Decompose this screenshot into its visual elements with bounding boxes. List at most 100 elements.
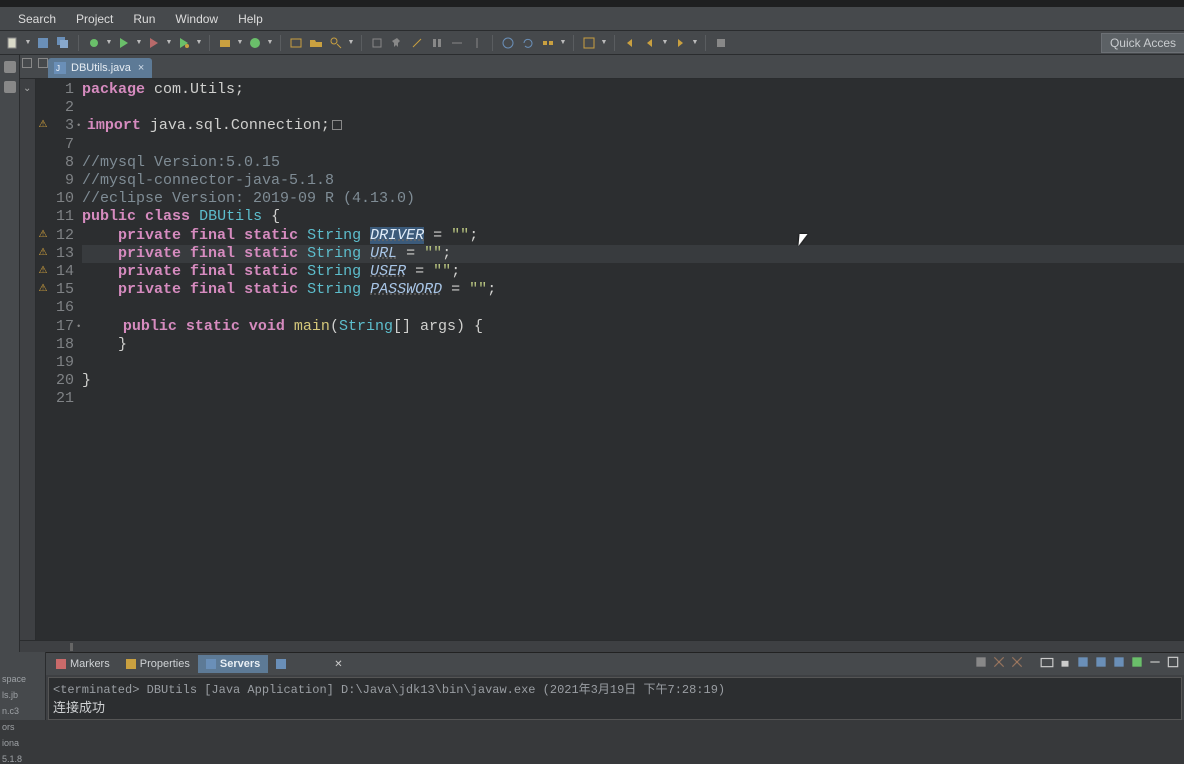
pin-editor-icon[interactable]	[712, 34, 730, 52]
line-content: }	[82, 336, 1184, 354]
tab-dbutils[interactable]: J DBUtils.java ×	[48, 58, 152, 78]
step-into-icon[interactable]	[468, 34, 486, 52]
close-icon[interactable]: ×	[138, 62, 144, 74]
restore-icon[interactable]	[4, 61, 16, 73]
terminate-icon[interactable]	[974, 655, 988, 669]
line-content: private final static String URL = "";	[82, 245, 1184, 263]
clear-console-icon[interactable]	[1040, 655, 1054, 669]
display-selected-icon[interactable]	[1094, 655, 1108, 669]
line-content: }	[82, 372, 1184, 390]
code-line[interactable]: ⚠12 private final static String DRIVER =…	[36, 227, 1184, 245]
menu-help[interactable]: Help	[228, 9, 273, 29]
code-line[interactable]: 11public class DBUtils {	[36, 208, 1184, 226]
code-line[interactable]: ⚠14 private final static String USER = "…	[36, 263, 1184, 281]
dropdown-icon[interactable]: ▼	[135, 34, 143, 52]
trim-item: 5.1.8	[2, 754, 43, 764]
code-line[interactable]: 17• public static void main(String[] arg…	[36, 318, 1184, 336]
line-content: private final static String DRIVER = "";	[82, 227, 1184, 245]
wand-icon[interactable]	[408, 34, 426, 52]
code-line[interactable]: ⚠3• import java.sql.Connection;	[36, 117, 1184, 135]
console-output[interactable]: <terminated> DBUtils [Java Application] …	[48, 677, 1182, 720]
open-console-icon[interactable]	[1112, 655, 1126, 669]
chevron-down-icon[interactable]: ⌄	[23, 83, 31, 94]
tab-servers[interactable]: Servers	[198, 655, 268, 673]
maximize-icon[interactable]	[38, 58, 48, 68]
console-view-icon[interactable]	[268, 656, 294, 672]
dropdown-icon[interactable]: ▼	[105, 34, 113, 52]
close-icon[interactable]: ✕	[334, 659, 342, 670]
code-line[interactable]: 7	[36, 136, 1184, 154]
fold-indicator-icon[interactable]	[332, 120, 342, 130]
toggle-icon[interactable]	[368, 34, 386, 52]
code-editor[interactable]: 1package com.Utils;2⚠3• import java.sql.…	[36, 79, 1184, 640]
code-line[interactable]: 1package com.Utils;	[36, 81, 1184, 99]
trim-item: ls.jb	[2, 690, 43, 700]
code-line[interactable]: 19	[36, 354, 1184, 372]
new-package-icon[interactable]	[216, 34, 234, 52]
maximize-panel-icon[interactable]	[1166, 655, 1180, 669]
dropdown-icon[interactable]: ▼	[661, 34, 669, 52]
open-type-icon[interactable]	[287, 34, 305, 52]
dropdown-icon[interactable]: ▼	[600, 34, 608, 52]
tab-markers[interactable]: Markers	[48, 655, 118, 673]
restore-icon[interactable]	[4, 81, 16, 93]
browser-icon[interactable]	[499, 34, 517, 52]
menu-window[interactable]: Window	[165, 9, 228, 29]
horizontal-scrollbar[interactable]	[20, 640, 1184, 652]
tab-properties[interactable]: Properties	[118, 655, 198, 673]
dropdown-icon[interactable]: ▼	[347, 34, 355, 52]
menu-run[interactable]: Run	[123, 9, 165, 29]
dropdown-icon[interactable]: ▼	[24, 34, 32, 52]
code-line[interactable]: 10//eclipse Version: 2019-09 R (4.13.0)	[36, 190, 1184, 208]
code-line[interactable]: 8//mysql Version:5.0.15	[36, 154, 1184, 172]
minimize-icon[interactable]	[22, 58, 32, 68]
code-line[interactable]: 9//mysql-connector-java-5.1.8	[36, 172, 1184, 190]
save-icon[interactable]	[34, 34, 52, 52]
debug-icon[interactable]	[85, 34, 103, 52]
remove-all-icon[interactable]	[1010, 655, 1024, 669]
new-class-icon[interactable]	[246, 34, 264, 52]
forward-icon[interactable]	[671, 34, 689, 52]
dropdown-icon[interactable]: ▼	[165, 34, 173, 52]
run-last-icon[interactable]	[175, 34, 193, 52]
step-icon[interactable]	[428, 34, 446, 52]
scroll-lock-icon[interactable]	[1058, 655, 1072, 669]
coverage-icon[interactable]	[145, 34, 163, 52]
line-content: private final static String PASSWORD = "…	[82, 281, 1184, 299]
menu-project[interactable]: Project	[66, 9, 123, 29]
trim-item: n.c3	[2, 706, 43, 716]
code-line[interactable]: 2	[36, 99, 1184, 117]
dropdown-icon[interactable]: ▼	[691, 34, 699, 52]
code-line[interactable]: 16	[36, 299, 1184, 317]
line-number: 14	[50, 263, 82, 281]
refresh-icon[interactable]	[519, 34, 537, 52]
menu-search[interactable]: Search	[8, 9, 66, 29]
new-icon[interactable]	[4, 34, 22, 52]
dropdown-icon[interactable]: ▼	[195, 34, 203, 52]
code-line[interactable]: ⚠13 private final static String URL = ""…	[36, 245, 1184, 263]
search-icon[interactable]	[327, 34, 345, 52]
dropdown-icon[interactable]: ▼	[559, 34, 567, 52]
new-console-icon[interactable]	[1130, 655, 1144, 669]
dropdown-icon[interactable]: ▼	[266, 34, 274, 52]
back2-icon[interactable]	[641, 34, 659, 52]
save-all-icon[interactable]	[54, 34, 72, 52]
dropdown-icon[interactable]: ▼	[236, 34, 244, 52]
quick-access-input[interactable]: Quick Acces	[1101, 33, 1184, 53]
back-icon[interactable]	[621, 34, 639, 52]
line-content: //mysql-connector-java-5.1.8	[82, 172, 1184, 190]
code-line[interactable]: ⚠15 private final static String PASSWORD…	[36, 281, 1184, 299]
titlebar	[0, 0, 1184, 7]
step-over-icon[interactable]	[448, 34, 466, 52]
pin-console-icon[interactable]	[1076, 655, 1090, 669]
code-line[interactable]: 20}	[36, 372, 1184, 390]
pin-icon[interactable]	[388, 34, 406, 52]
remove-launch-icon[interactable]	[992, 655, 1006, 669]
code-line[interactable]: 18 }	[36, 336, 1184, 354]
folder-icon[interactable]	[307, 34, 325, 52]
code-line[interactable]: 21	[36, 390, 1184, 408]
link-icon[interactable]	[539, 34, 557, 52]
minimize-panel-icon[interactable]	[1148, 655, 1162, 669]
run-icon[interactable]	[115, 34, 133, 52]
perspective-icon[interactable]	[580, 34, 598, 52]
